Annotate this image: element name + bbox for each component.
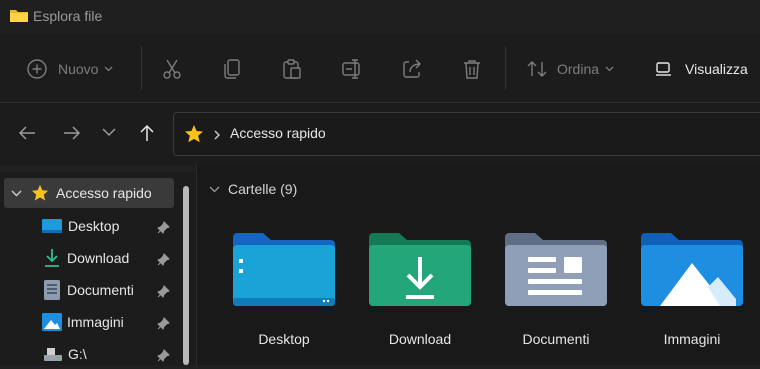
sidebar-item-label: Immagini: [67, 314, 124, 330]
documents-folder-icon: [505, 233, 607, 306]
pin-icon[interactable]: [157, 349, 170, 362]
up-arrow-icon: [140, 124, 154, 141]
folder-item-download[interactable]: Download: [360, 220, 480, 350]
folder-item-documents[interactable]: Documenti: [496, 220, 616, 350]
command-bar: Nuovo Ordina Visualizza: [0, 34, 760, 103]
download-folder-icon: [369, 233, 471, 306]
chevron-down-icon: [105, 66, 113, 72]
rename-icon: [342, 59, 360, 79]
rename-button[interactable]: [341, 56, 365, 82]
address-bar[interactable]: Accesso rapido: [173, 112, 760, 156]
document-icon: [44, 280, 60, 300]
download-icon: [45, 249, 59, 267]
sidebar-item-quick-access[interactable]: Accesso rapido: [4, 178, 174, 208]
chevron-down-icon: [102, 128, 116, 137]
forward-arrow-icon: [64, 126, 81, 140]
forward-button[interactable]: [62, 123, 82, 143]
title-bar: Esplora file: [0, 0, 760, 34]
sidebar-item-label: Desktop: [68, 218, 120, 234]
folder-label: Documenti: [522, 331, 590, 347]
sort-label: Ordina: [557, 61, 600, 77]
group-header-folders[interactable]: Cartelle (9): [209, 181, 297, 197]
cut-icon: [163, 59, 181, 79]
pin-icon[interactable]: [157, 317, 170, 330]
desktop-icon: [42, 219, 62, 233]
folder-icon: [10, 10, 28, 22]
copy-icon: [224, 59, 240, 79]
folder-item-pictures[interactable]: Immagini: [632, 220, 752, 350]
group-header-label: Cartelle (9): [228, 181, 298, 197]
sidebar-item-label: G:\: [68, 346, 87, 362]
folder-label: Desktop: [258, 331, 310, 347]
sort-button[interactable]: Ordina: [527, 56, 614, 82]
star-icon: [185, 125, 203, 143]
sidebar-item-label: Download: [67, 250, 130, 266]
share-button[interactable]: [401, 56, 423, 82]
desktop-folder-icon: [233, 233, 335, 306]
delete-icon: [464, 60, 480, 79]
chevron-down-icon: [605, 66, 614, 72]
copy-button[interactable]: [222, 56, 242, 82]
view-button[interactable]: Visualizza: [655, 56, 748, 82]
view-icon: [656, 62, 671, 76]
separator: [505, 46, 506, 90]
separator: [141, 46, 142, 90]
plus-circle-icon: [27, 59, 47, 79]
recent-locations-button[interactable]: [102, 128, 116, 137]
share-icon: [403, 59, 421, 78]
paste-button[interactable]: [282, 56, 302, 82]
address-text: Accesso rapido: [230, 125, 326, 141]
pictures-folder-icon: [641, 233, 743, 306]
new-button[interactable]: Nuovo: [26, 56, 113, 82]
up-button[interactable]: [137, 123, 157, 143]
folder-item-desktop[interactable]: Desktop: [224, 220, 344, 350]
sort-icon: [527, 61, 547, 77]
folder-label: Immagini: [663, 331, 721, 347]
back-button[interactable]: [17, 123, 37, 143]
paste-icon: [283, 59, 301, 79]
sidebar-scrollbar[interactable]: [183, 186, 189, 365]
content-pane: Cartelle (9) Desktop Download Documenti …: [197, 165, 760, 365]
sidebar-item-label: Documenti: [67, 282, 134, 298]
pin-icon[interactable]: [157, 221, 170, 234]
window-title: Esplora file: [33, 8, 103, 24]
view-label: Visualizza: [685, 61, 748, 77]
cut-button[interactable]: [162, 56, 182, 82]
drive-icon: [44, 348, 62, 361]
sidebar-item-label: Accesso rapido: [56, 185, 152, 201]
new-label: Nuovo: [58, 61, 99, 77]
pictures-icon: [42, 313, 62, 331]
chevron-down-icon: [209, 186, 220, 192]
navigation-pane: Accesso rapido Desktop Download Document…: [0, 172, 196, 365]
folder-label: Download: [388, 331, 452, 347]
back-arrow-icon: [18, 126, 35, 140]
pin-icon[interactable]: [157, 253, 170, 266]
delete-button[interactable]: [462, 56, 482, 82]
chevron-right-icon: [214, 130, 220, 140]
pin-icon[interactable]: [157, 285, 170, 298]
star-icon: [31, 184, 49, 201]
chevron-down-icon[interactable]: [11, 190, 22, 197]
